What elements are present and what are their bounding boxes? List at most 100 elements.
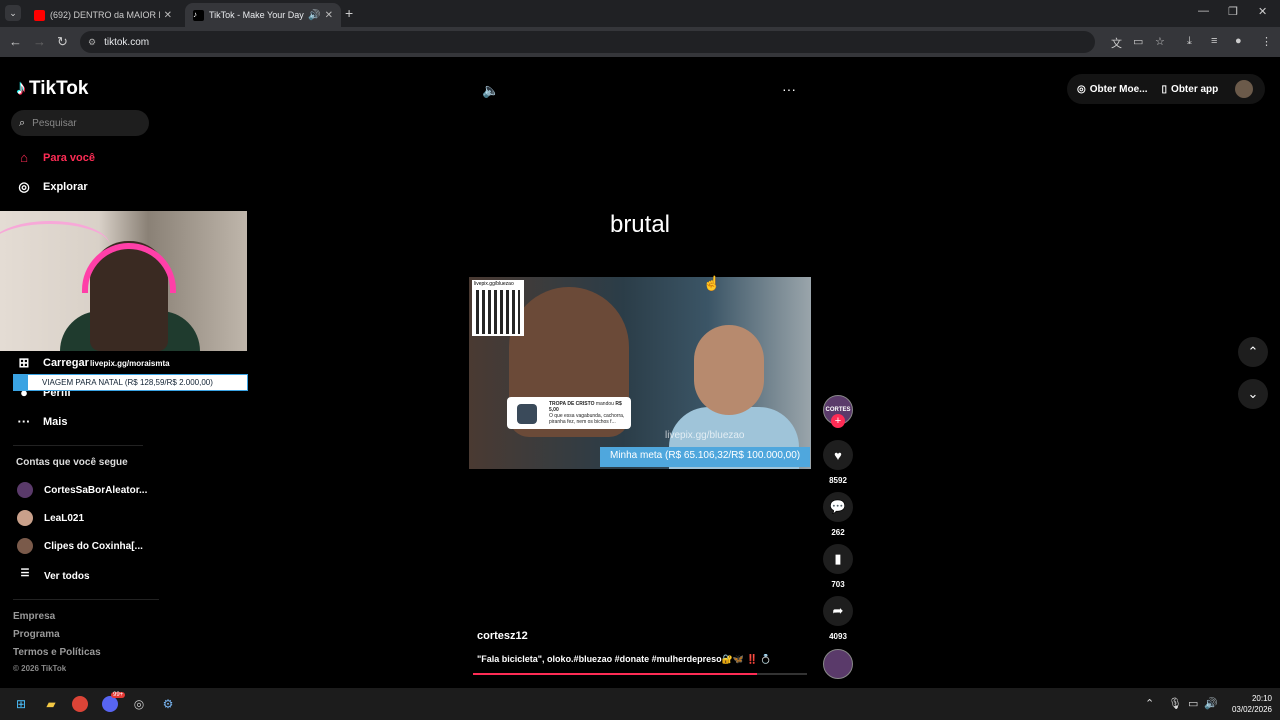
video-figure (694, 325, 764, 415)
video-player[interactable]: livepix.gg/bluezao TROPA DE CRISTO mando… (469, 277, 811, 469)
save-button[interactable]: ▮ (823, 544, 853, 574)
close-icon[interactable]: ✕ (164, 10, 172, 21)
more-icon: ··· (17, 414, 31, 429)
video-author[interactable]: cortesz12 (477, 630, 528, 642)
next-video-button[interactable]: ⌄ (1238, 379, 1268, 409)
following-account[interactable]: Clipes do Coxinha[... (17, 538, 143, 554)
windows-start-icon[interactable]: ⊞ (13, 696, 29, 712)
footer-terms-link[interactable]: Termos e Políticas (13, 647, 101, 658)
network-icon[interactable]: ▭ (1188, 697, 1198, 710)
cast-icon[interactable]: ▭ (1133, 35, 1143, 48)
share-button[interactable]: ➦ (823, 596, 853, 626)
footer-program-link[interactable]: Programa (13, 629, 60, 640)
windows-taskbar: ⊞ ▰ 99+ ◎ ⚙ ⌃ 🎙 ▭ 🔊 20:10 03/02/2026 (0, 688, 1280, 720)
nav-for-you[interactable]: ⌂ Para você (16, 150, 95, 165)
tab-title: (692) DENTRO da MAIOR FAVEL (50, 10, 160, 20)
bookmark-star-icon[interactable]: ☆ (1155, 35, 1165, 48)
system-clock[interactable]: 20:10 03/02/2026 (1222, 693, 1272, 715)
tiktok-note-icon: ♪ (16, 77, 26, 99)
music-disc[interactable] (823, 649, 853, 679)
back-button[interactable]: ← (9, 34, 22, 49)
compass-icon: ◎ (18, 179, 30, 194)
hand-cursor-icon: ☝ (703, 275, 721, 291)
bookmark-icon: ▮ (834, 551, 842, 566)
nav-label: Explorar (43, 181, 88, 193)
browser-tab-tiktok[interactable]: ♪ TikTok - Make Your Day 🔊 ✕ (185, 3, 341, 27)
search-placeholder: Pesquisar (32, 117, 77, 129)
tiktok-logo[interactable]: ♪ TikTok (16, 77, 88, 100)
browser-tab-youtube[interactable]: (692) DENTRO da MAIOR FAVEL ✕ (26, 3, 180, 27)
follow-plus-button[interactable]: + (831, 414, 845, 428)
get-coins-button[interactable]: Obter Moe... (1090, 84, 1148, 95)
video-progress-bar[interactable] (473, 673, 807, 675)
chrome-icon[interactable] (72, 696, 88, 712)
see-all-following[interactable]: ☰ Ver todos (17, 568, 90, 584)
comment-button[interactable]: 💬 (823, 492, 853, 522)
account-name: Clipes do Coxinha[... (44, 540, 143, 552)
speaker-icon[interactable]: 🔊 (308, 10, 320, 21)
download-icon[interactable]: ⤓ (1187, 35, 1192, 48)
upload-icon: ⊞ (18, 355, 30, 370)
browser-menu-icon[interactable]: ⋮ (1261, 35, 1272, 48)
url-text: tiktok.com (104, 36, 150, 48)
restore-button[interactable]: ❐ (1228, 5, 1238, 18)
video-caption-overlay: brutal (609, 211, 671, 238)
avatar (17, 482, 33, 498)
tiktok-page: ♪ TikTok ⌕ Pesquisar ⌂ Para você ◎ Explo… (0, 57, 1280, 688)
app-icon[interactable]: ◎ (131, 696, 147, 712)
goal-bar-fill (14, 375, 28, 390)
previous-video-button[interactable]: ⌃ (1238, 337, 1268, 367)
search-icon: ⌕ (19, 116, 26, 129)
address-bar[interactable]: ⚙ tiktok.com (80, 31, 1095, 53)
get-app-button[interactable]: Obter app (1171, 84, 1218, 95)
minimize-button[interactable]: — (1198, 5, 1209, 17)
close-window-button[interactable]: ✕ (1258, 5, 1267, 18)
share-icon: ➦ (832, 603, 844, 618)
settings-icon[interactable]: ⚙ (160, 696, 176, 712)
divider (13, 445, 143, 446)
forward-button[interactable]: → (33, 34, 46, 49)
account-name: LeaL021 (44, 512, 85, 524)
donation-icon (517, 404, 537, 424)
translate-icon[interactable]: 文 (1111, 35, 1122, 51)
nav-upload[interactable]: ⊞ Carregar (16, 355, 89, 371)
close-icon[interactable]: ✕ (325, 10, 333, 21)
speaker-icon[interactable]: 🔈 (482, 82, 499, 99)
site-info-icon[interactable]: ⚙ (88, 37, 96, 48)
file-explorer-icon[interactable]: ▰ (43, 696, 59, 712)
nav-more[interactable]: ··· Mais (16, 414, 68, 429)
goal-text: VIAGEM PARA NATAL (R$ 128,59/R$ 2.000,00… (42, 378, 213, 387)
chevron-up-icon[interactable]: ⌃ (1145, 697, 1154, 710)
discord-icon[interactable] (102, 696, 118, 712)
logo-text: TikTok (29, 77, 89, 99)
avatar (17, 510, 33, 526)
comment-icon: 💬 (829, 499, 847, 514)
tab-search-button[interactable]: ⌄ (5, 5, 21, 21)
search-input[interactable]: ⌕ Pesquisar (11, 110, 149, 136)
microphone-icon[interactable]: 🎙 (1168, 697, 1182, 710)
heart-icon: ♥ (834, 447, 842, 463)
see-all-label: Ver todos (44, 570, 90, 582)
tab-title: TikTok - Make Your Day (209, 10, 304, 20)
following-account[interactable]: LeaL021 (17, 510, 84, 526)
comment-count: 262 (831, 528, 845, 537)
profile-icon[interactable]: ● (1235, 35, 1242, 47)
volume-icon[interactable]: 🔊 (1204, 697, 1218, 710)
nav-explore[interactable]: ◎ Explorar (16, 179, 88, 195)
more-options-icon[interactable]: ··· (782, 81, 796, 97)
new-tab-button[interactable]: + (345, 5, 353, 21)
list-icon: ☰ (20, 568, 30, 579)
user-avatar[interactable] (1235, 80, 1253, 98)
like-button[interactable]: ♥ (823, 440, 853, 470)
progress-fill (473, 673, 757, 675)
footer-company-link[interactable]: Empresa (13, 611, 55, 622)
browser-tab-strip: ⌄ (692) DENTRO da MAIOR FAVEL ✕ ♪ TikTok… (0, 0, 1280, 27)
reload-button[interactable]: ↻ (57, 34, 68, 50)
video-description: "Fala bicicleta", oloko.#bluezao #donate… (477, 654, 772, 664)
like-count: 8592 (829, 476, 847, 485)
qr-pattern (476, 290, 520, 334)
following-account[interactable]: CortesSaBorAleator... (17, 482, 147, 498)
media-control-icon[interactable]: ≡ (1211, 35, 1217, 47)
tiktok-icon: ♪ (193, 9, 204, 21)
clock-time: 20:10 (1251, 694, 1272, 703)
